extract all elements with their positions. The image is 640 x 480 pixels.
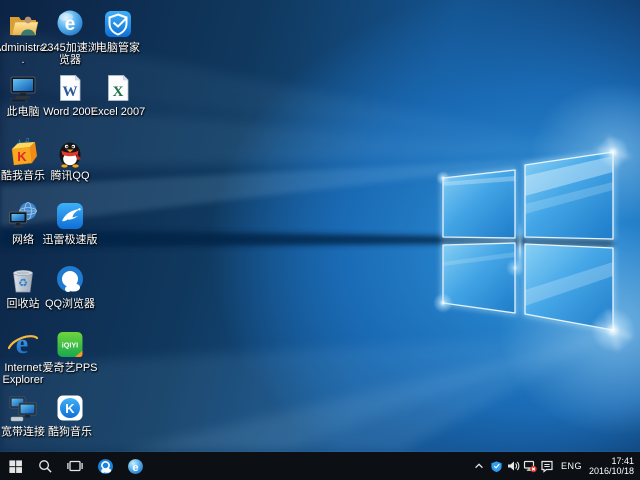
svg-text:♻: ♻ [18, 278, 28, 290]
desktop-icon-xunlei[interactable]: 迅雷极速版 [40, 200, 100, 246]
qq-penguin-icon [54, 136, 86, 168]
qq-browser-icon [54, 264, 86, 296]
search-button[interactable] [30, 452, 60, 480]
broadband-connection-icon [7, 392, 39, 424]
svg-text:e: e [132, 461, 138, 473]
task-view-icon [67, 458, 83, 474]
desktop-icon-pc-manager[interactable]: 电脑管家 [88, 8, 148, 54]
desktop-icon-excel-2007[interactable]: X Excel 2007 [88, 72, 148, 118]
desktop-icon-label: 腾讯QQ [40, 170, 100, 182]
qq-browser-taskbar-icon [97, 458, 114, 475]
word-document-icon: W [54, 72, 86, 104]
tray-chevron-up-icon[interactable] [471, 452, 488, 480]
desktop-icon-label: QQ浏览器 [40, 298, 100, 310]
svg-text:e: e [65, 14, 76, 35]
language-indicator[interactable]: ENG [556, 461, 587, 471]
desktop-icon-label: 电脑管家 [88, 42, 148, 54]
svg-text:K: K [17, 149, 27, 164]
clock[interactable]: 17:41 2016/10/18 [587, 456, 640, 477]
search-icon [38, 459, 53, 474]
desktop-icon-label: 迅雷极速版 [40, 234, 100, 246]
tray-volume-icon[interactable] [505, 452, 522, 480]
tray-action-center-icon[interactable] [539, 452, 556, 480]
task-view-button[interactable] [60, 452, 90, 480]
svg-text:iQIYI: iQIYI [62, 341, 78, 350]
svg-text:X: X [113, 84, 124, 100]
svg-text:K: K [65, 401, 75, 416]
iqiyi-icon: iQIYI [54, 328, 86, 360]
desktop-icon-kugou-music[interactable]: K 酷狗音乐 [40, 392, 100, 438]
desktop-icon-label: 爱奇艺PPS [40, 362, 100, 374]
kugou-music-icon: K [54, 392, 86, 424]
excel-document-icon: X [102, 72, 134, 104]
network-globe-icon [7, 200, 39, 232]
clock-time: 17:41 [589, 456, 634, 467]
this-pc-icon [7, 72, 39, 104]
internet-explorer-icon: e [7, 328, 39, 360]
tray-network-disconnected-icon[interactable] [522, 452, 539, 480]
xunlei-bird-icon [54, 200, 86, 232]
pc-manager-shield-icon [102, 8, 134, 40]
svg-text:♪: ♪ [17, 137, 21, 146]
recycle-bin-icon: ♻ [7, 264, 39, 296]
desktop-icon-iqiyi-pps[interactable]: iQIYI 爱奇艺PPS [40, 328, 100, 374]
desktop-icon-label: 酷狗音乐 [40, 426, 100, 438]
start-button[interactable] [0, 452, 30, 480]
taskbar: e [0, 452, 640, 480]
2345-browser-taskbar-icon: e [127, 458, 144, 475]
desktop-icon-qq-browser[interactable]: QQ浏览器 [40, 264, 100, 310]
windows-start-icon [8, 459, 23, 474]
svg-text:W: W [63, 84, 78, 100]
user-folder-icon [7, 8, 39, 40]
desktop-icon-label: Excel 2007 [88, 106, 148, 118]
tray-pc-manager-shield-icon[interactable] [488, 452, 505, 480]
taskbar-2345-browser-button[interactable]: e [120, 452, 150, 480]
svg-text:e: e [16, 329, 28, 360]
kuwo-music-icon: K ♪ ♫ [7, 136, 39, 168]
2345-browser-icon: e [54, 8, 86, 40]
system-tray: ENG 17:41 2016/10/18 [471, 452, 640, 480]
taskbar-qq-browser-button[interactable] [90, 452, 120, 480]
desktop-icon-tencent-qq[interactable]: 腾讯QQ [40, 136, 100, 182]
clock-date: 2016/10/18 [589, 466, 634, 477]
svg-text:♫: ♫ [24, 137, 29, 144]
windows-desktop: Administra... e 2345加速浏览器 电脑管家 此电脑 [0, 0, 640, 480]
